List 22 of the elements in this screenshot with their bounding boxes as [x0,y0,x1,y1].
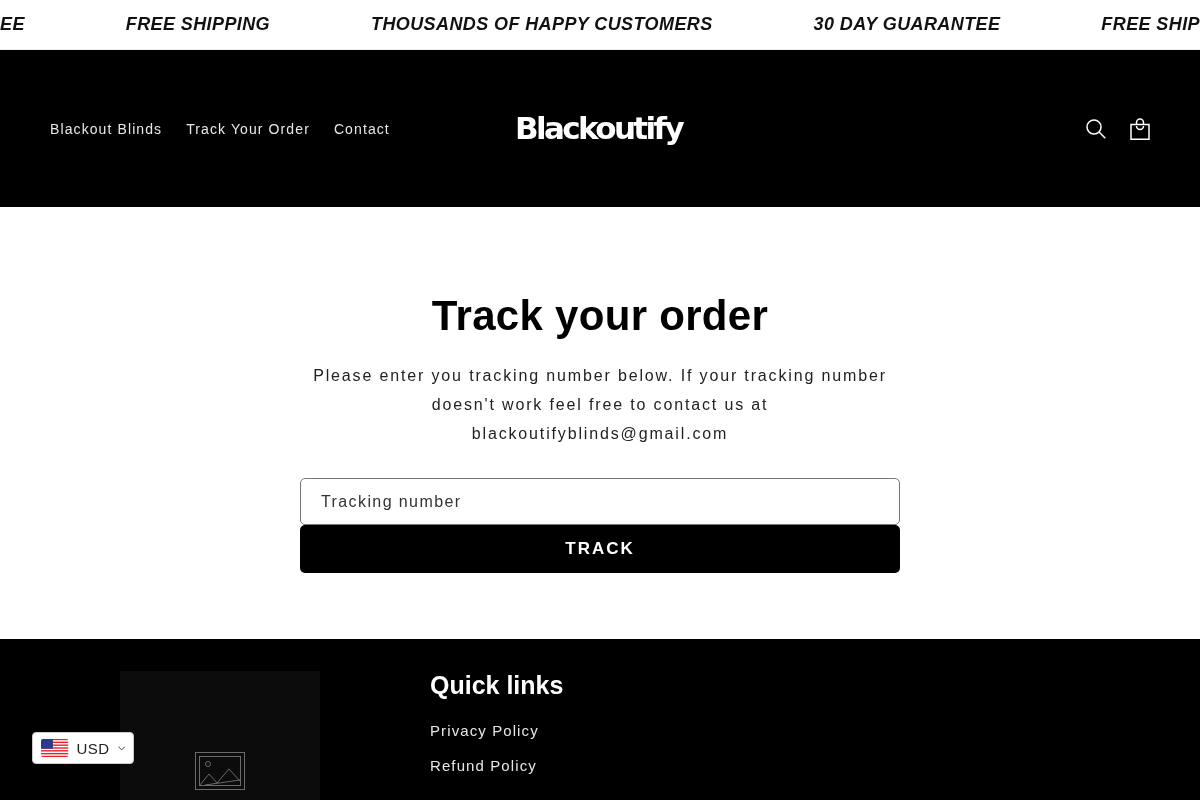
search-icon[interactable] [1086,118,1106,139]
nav-link[interactable]: Blackout Blinds [50,120,163,137]
description-text: Please enter you tracking number below. If your tracking number doesn't work feel free to contact us at blackoutifyblinds@gmail.com [312,366,888,445]
tracking-number-field[interactable]: Tracking number [300,478,900,526]
page-title: Track your order [431,293,769,340]
announcement-text: EE [0,14,25,35]
bag-icon[interactable] [1130,117,1150,140]
currency-selector[interactable]: USD [32,732,134,764]
track-button[interactable]: TRACK [300,525,900,574]
flag-icon [41,738,69,758]
nav-link[interactable]: Track Your Order [186,120,310,137]
announcement-text: FREE SHIPPING [125,14,271,35]
quick-links-heading: Quick links [430,671,564,699]
announcement-text: FREE SHIP [1101,14,1200,35]
logo[interactable]: Blackoutify [514,113,686,144]
announcement-text: THOUSANDS OF HAPPY CUSTOMERS [371,14,713,35]
announcement-text: 30 DAY GUARANTEE [813,14,1001,35]
footer-link[interactable]: Refund Policy [430,756,564,775]
chevron-down-icon [117,745,125,751]
footer-link[interactable]: Privacy Policy [430,721,564,740]
image-icon [195,752,245,790]
nav-link[interactable]: Contact [333,120,390,137]
